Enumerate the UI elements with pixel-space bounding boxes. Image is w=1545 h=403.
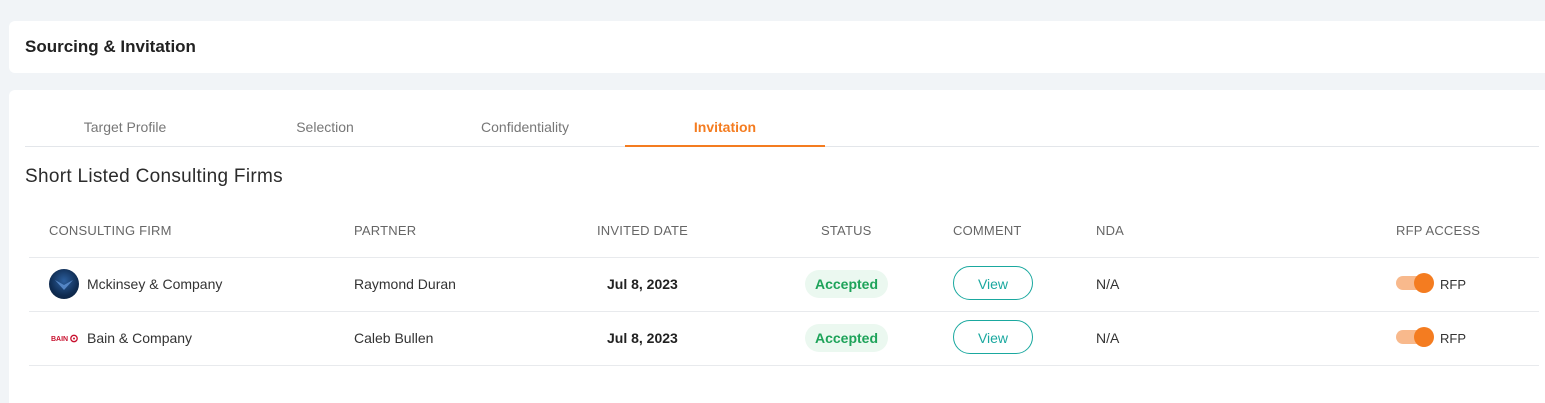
column-header-partner: PARTNER: [354, 223, 417, 238]
table-row: BAIN Bain & Company Caleb Bullen Jul 8, …: [29, 311, 1539, 366]
toggle-knob: [1414, 273, 1434, 293]
invited-date: Jul 8, 2023: [607, 330, 678, 346]
firm-name: Mckinsey & Company: [87, 276, 223, 292]
tab-target-profile[interactable]: Target Profile: [25, 112, 225, 146]
tab-bar: Target Profile Selection Confidentiality…: [25, 112, 1539, 147]
tab-selection[interactable]: Selection: [225, 112, 425, 146]
column-header-invited-date: INVITED DATE: [597, 223, 689, 238]
column-header-rfp-access: RFP ACCESS: [1396, 223, 1481, 238]
status-badge: Accepted: [805, 324, 889, 352]
view-comment-button[interactable]: View: [953, 266, 1033, 300]
mckinsey-logo-icon: [49, 269, 79, 299]
bain-logo-icon: BAIN: [49, 323, 79, 353]
nda-value: N/A: [1096, 276, 1120, 292]
header-card: Sourcing & Invitation: [9, 21, 1545, 73]
rfp-access-toggle[interactable]: [1396, 327, 1434, 347]
firm-name: Bain & Company: [87, 330, 193, 346]
rfp-label: RFP: [1440, 277, 1466, 292]
tab-confidentiality[interactable]: Confidentiality: [425, 112, 625, 146]
column-header-comment: COMMENT: [953, 223, 1022, 238]
page-title: Sourcing & Invitation: [25, 37, 196, 56]
rfp-label: RFP: [1440, 331, 1466, 346]
section-title: Short Listed Consulting Firms: [25, 166, 283, 187]
status-badge: Accepted: [805, 270, 889, 298]
partner-name: Raymond Duran: [354, 276, 456, 292]
table-row: Mckinsey & Company Raymond Duran Jul 8, …: [29, 257, 1539, 311]
view-comment-button[interactable]: View: [953, 320, 1033, 354]
main-card: Target Profile Selection Confidentiality…: [9, 90, 1545, 403]
column-header-consulting-firm: CONSULTING FIRM: [49, 223, 172, 238]
partner-name: Caleb Bullen: [354, 330, 434, 346]
column-header-status: STATUS: [821, 223, 872, 238]
column-header-nda: NDA: [1096, 223, 1125, 238]
invited-date: Jul 8, 2023: [607, 276, 678, 292]
toggle-knob: [1414, 327, 1434, 347]
rfp-access-toggle[interactable]: [1396, 273, 1434, 293]
nda-value: N/A: [1096, 330, 1120, 346]
tab-invitation[interactable]: Invitation: [625, 112, 825, 147]
bain-logo-text: BAIN: [51, 336, 68, 343]
